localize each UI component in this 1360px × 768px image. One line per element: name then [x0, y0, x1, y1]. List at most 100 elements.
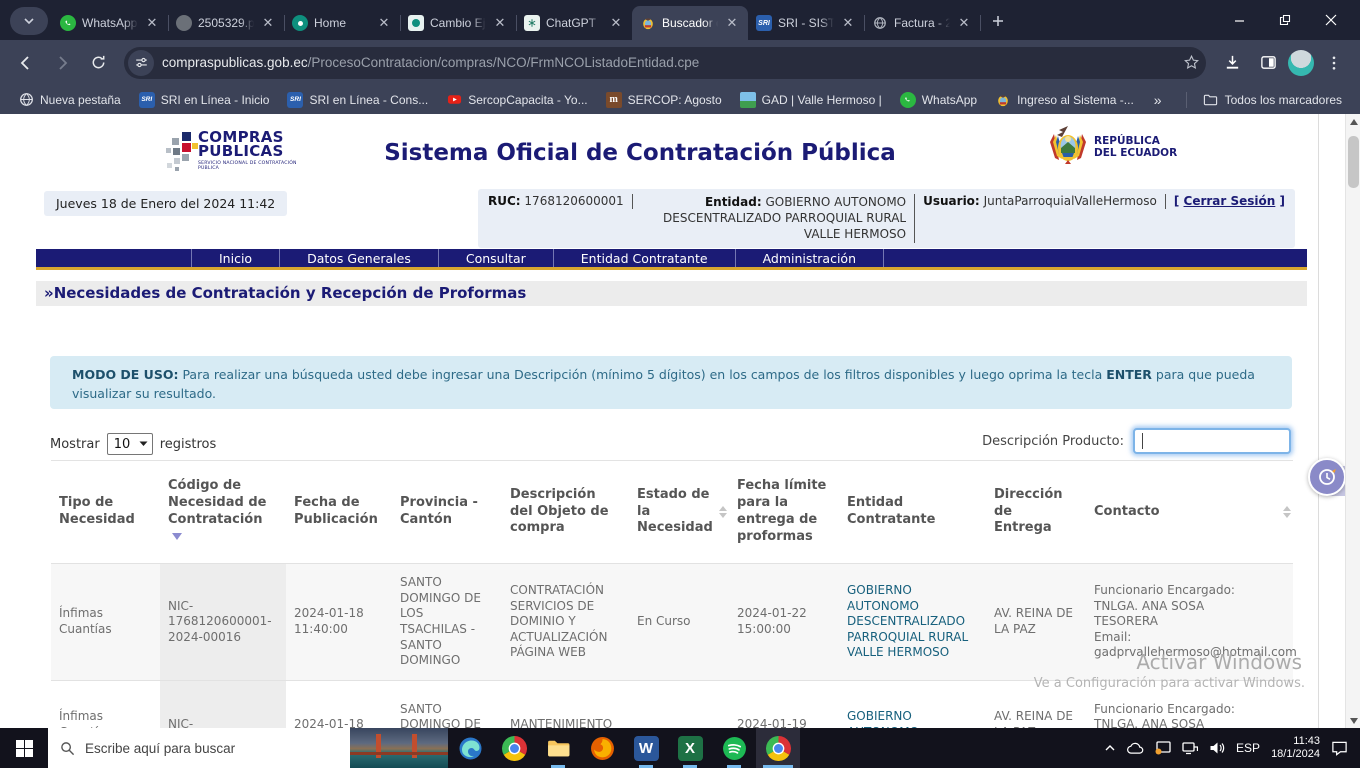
cloud-icon[interactable] [1127, 741, 1144, 755]
bookmark-whatsapp[interactable]: WhatsApp [892, 89, 985, 111]
restore-button[interactable] [1262, 0, 1308, 40]
col-entidad[interactable]: Entidad Contratante [839, 489, 986, 535]
col-tipo[interactable]: Tipo de Necesidad [51, 489, 160, 535]
bookmark-sri-consultas[interactable]: SRI SRI en Línea - Cons... [279, 89, 436, 111]
hidden-icons-chevron[interactable] [1104, 742, 1116, 754]
taskbar-word[interactable]: W [624, 728, 668, 768]
tab-buscador-active[interactable]: Buscador de ✕ [632, 6, 748, 40]
col-estado[interactable]: Estado de la Necesidad [629, 481, 729, 544]
product-description-input[interactable] [1133, 428, 1291, 454]
tab-factura[interactable]: Factura - 202 ✕ [864, 6, 980, 40]
scroll-down-button[interactable] [1346, 713, 1360, 728]
col-sort[interactable] [1279, 461, 1293, 563]
tab-close-icon[interactable]: ✕ [492, 15, 508, 31]
cell-estado [629, 719, 729, 728]
bookmarks-overflow-button[interactable]: » [1144, 89, 1172, 111]
taskbar-excel[interactable]: X [668, 728, 712, 768]
minimize-button[interactable] [1216, 0, 1262, 40]
col-fecha-publicacion[interactable]: Fecha de Publicación [286, 489, 392, 535]
scroll-up-button[interactable] [1346, 114, 1360, 129]
bookmark-sercopcapacita[interactable]: SercopCapacita - Yo... [438, 89, 595, 111]
scrollbar-thumb[interactable] [1348, 136, 1359, 188]
sort-icon [719, 506, 727, 518]
col-provincia[interactable]: Provincia - Cantón [392, 489, 502, 535]
browser-toolbar: compraspublicas.gob.ec/ProcesoContrataci… [0, 40, 1360, 85]
start-button[interactable] [0, 728, 48, 768]
tab-close-icon[interactable]: ✕ [260, 15, 276, 31]
bookmark-sri-inicio[interactable]: SRI SRI en Línea - Inicio [131, 89, 278, 111]
network-icon[interactable] [1182, 741, 1198, 755]
side-panel-button[interactable] [1252, 47, 1284, 79]
tab-search-button[interactable] [10, 7, 48, 35]
bookmark-star-icon[interactable] [1183, 54, 1200, 71]
bookmark-nueva-pestana[interactable]: Nueva pestaña [10, 89, 129, 111]
cell-provincia: SANTO DOMINGO DE LOS [392, 696, 502, 728]
bookmark-ingreso-sistema[interactable]: Ingreso al Sistema -... [987, 89, 1142, 111]
bookmark-sercop-agosto[interactable]: m SERCOP: Agosto [598, 89, 730, 111]
bookmark-gad-valle-hermoso[interactable]: GAD | Valle Hermoso | [732, 89, 890, 111]
taskbar-spotify[interactable] [712, 728, 756, 768]
cell-entidad-link[interactable]: GOBIERNO AUTONOMO DESCENTRALIZADO PARROQ… [839, 577, 986, 667]
close-window-button[interactable] [1308, 0, 1354, 40]
search-daily-image[interactable] [350, 728, 448, 768]
site-info-button[interactable] [128, 50, 154, 76]
downloads-button[interactable] [1216, 47, 1248, 79]
tab-close-icon[interactable]: ✕ [376, 15, 392, 31]
page-size-select[interactable]: 10 [107, 433, 153, 455]
notifications-icon[interactable] [1331, 740, 1348, 756]
nav-consultar[interactable]: Consultar [439, 249, 554, 267]
bookmark-label: GAD | Valle Hermoso | [762, 93, 882, 107]
nav-entidad-contratante[interactable]: Entidad Contratante [554, 249, 736, 267]
nav-datos-generales[interactable]: Datos Generales [280, 249, 439, 267]
tab-cambio[interactable]: Cambio Ejer ✕ [400, 6, 516, 40]
tab-close-icon[interactable]: ✕ [724, 15, 740, 31]
update-badge-icon[interactable] [1155, 741, 1171, 755]
back-button[interactable] [10, 47, 42, 79]
cell-provincia: SANTO DOMINGO DE LOS TSACHILAS - SANTO D… [392, 569, 502, 675]
taskbar-chrome[interactable] [492, 728, 536, 768]
nav-administracion[interactable]: Administración [736, 249, 884, 267]
republic-line1: REPÚBLICA [1094, 135, 1177, 147]
section-heading: »Necesidades de Contratación y Recepción… [36, 281, 1307, 306]
close-icon [1325, 14, 1337, 26]
taskbar-chrome-active[interactable] [756, 728, 800, 768]
col-descripcion[interactable]: Descripción del Objeto de compra [502, 481, 629, 544]
tab-close-icon[interactable]: ✕ [956, 15, 972, 31]
tab-close-icon[interactable]: ✕ [144, 15, 160, 31]
new-tab-button[interactable] [984, 7, 1012, 35]
taskbar-edge[interactable] [448, 728, 492, 768]
logout-link[interactable]: [ Cerrar Sesión ] [1174, 194, 1285, 208]
browser-menu-button[interactable] [1318, 47, 1350, 79]
extension-clock-button[interactable] [1308, 458, 1346, 496]
word-icon: W [634, 736, 659, 761]
tab-sri[interactable]: SRI SRI - SISTEM ✕ [748, 6, 864, 40]
page-scrollbar[interactable] [1345, 114, 1360, 728]
address-bar[interactable]: compraspublicas.gob.ec/ProcesoContrataci… [124, 47, 1206, 79]
reload-button[interactable] [82, 47, 114, 79]
tab-home[interactable]: Home ✕ [284, 6, 400, 40]
clock[interactable]: 11:43 18/1/2024 [1271, 735, 1320, 761]
taskbar-firefox[interactable] [580, 728, 624, 768]
tab-title: Buscador de [662, 16, 718, 30]
language-indicator[interactable]: ESP [1236, 741, 1260, 755]
sort-icon [1283, 506, 1291, 518]
col-codigo[interactable]: Código de Necesidad de Contratación [160, 472, 286, 552]
all-bookmarks-button[interactable]: Todos los marcadores [1195, 89, 1350, 111]
taskbar-file-explorer[interactable] [536, 728, 580, 768]
tab-close-icon[interactable]: ✕ [840, 15, 856, 31]
tab-whatsapp[interactable]: WhatsApp ✕ [52, 6, 168, 40]
profile-avatar[interactable] [1288, 50, 1314, 76]
volume-icon[interactable] [1209, 741, 1225, 755]
col-contacto[interactable]: Contacto [1086, 498, 1279, 527]
col-direccion[interactable]: Dirección de Entrega [986, 481, 1086, 544]
tab-close-icon[interactable]: ✕ [608, 15, 624, 31]
usage-note-enter: ENTER [1106, 367, 1152, 382]
col-fecha-limite[interactable]: Fecha límite para la entrega de proforma… [729, 472, 839, 552]
tab-chatgpt[interactable]: ChatGPT ✕ [516, 6, 632, 40]
forward-button[interactable] [46, 47, 78, 79]
folder-icon [1203, 92, 1219, 108]
tab-pdf[interactable]: 2505329.pdf ✕ [168, 6, 284, 40]
cell-entidad-link[interactable]: GOBIERNO AUTONOMO [839, 703, 986, 728]
nav-inicio[interactable]: Inicio [191, 249, 280, 267]
taskbar-search[interactable]: Escribe aquí para buscar [48, 728, 448, 768]
